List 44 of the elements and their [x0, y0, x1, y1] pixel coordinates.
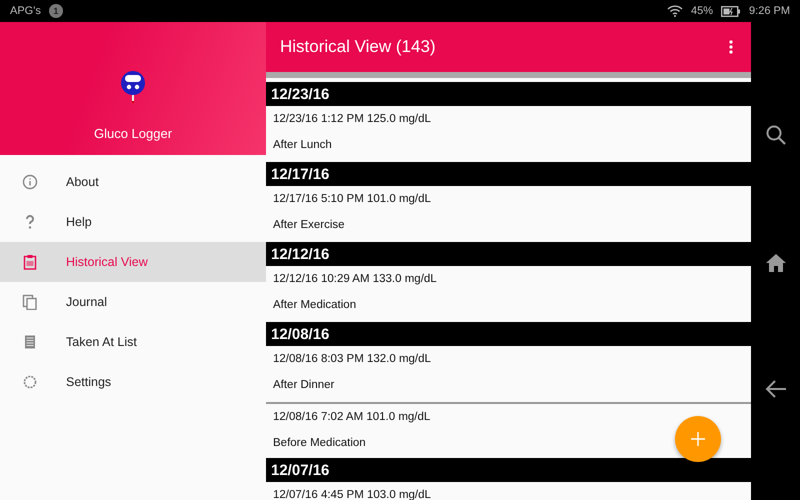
app-name: Gluco Logger	[94, 126, 172, 141]
home-button[interactable]	[764, 252, 786, 273]
wifi-icon	[667, 5, 683, 17]
reading-entry[interactable]: 12/23/16 1:12 PM 125.0 mg/dL After Lunch	[266, 106, 751, 162]
plus-icon	[690, 431, 706, 447]
battery-percent: 45%	[691, 5, 714, 17]
drawer-menu-item[interactable]: About	[0, 162, 266, 202]
drawer-menu-item[interactable]: Help	[0, 202, 266, 242]
notification-badge: 1	[48, 4, 63, 18]
reading-note: After Dinner	[273, 379, 334, 391]
reading-text: 12/08/16 8:03 PM 132.0 mg/dL	[273, 353, 431, 365]
back-button[interactable]	[764, 380, 786, 398]
list-icon	[22, 334, 38, 350]
date-header: 12/08/16	[266, 322, 751, 346]
reading-note: After Lunch	[273, 139, 332, 151]
date-header: 12/07/16	[266, 458, 751, 482]
more-vertical-icon	[729, 40, 733, 54]
reading-text: 12/17/16 5:10 PM 101.0 mg/dL	[273, 193, 431, 205]
drawer-menu-item[interactable]: Taken At List	[0, 322, 266, 362]
clipboard-icon	[22, 254, 38, 270]
date-header: 12/23/16	[266, 82, 751, 106]
add-button[interactable]	[675, 416, 721, 462]
reading-text: 12/12/16 10:29 AM 133.0 mg/dL	[273, 273, 437, 285]
date-header: 12/12/16	[266, 242, 751, 266]
reading-note: After Exercise	[273, 219, 345, 231]
screen-title: Historical View (143)	[280, 37, 437, 57]
drawer-menu-item[interactable]: Journal	[0, 282, 266, 322]
carrier-name: APG's	[10, 5, 41, 17]
reading-entry[interactable]: 12/08/16 8:03 PM 132.0 mg/dL After Dinner	[266, 346, 751, 402]
clock-time: 9:26 PM	[749, 5, 790, 17]
glucose-meter-icon	[120, 70, 146, 104]
pages-icon	[22, 294, 38, 310]
reading-note: Before Medication	[273, 437, 366, 449]
search-button[interactable]	[764, 124, 786, 146]
date-header: 12/17/16	[266, 162, 751, 186]
reading-entry[interactable]: 12/12/16 10:29 AM 133.0 mg/dL After Medication	[266, 266, 751, 322]
info-icon	[22, 174, 38, 190]
reading-text: 12/08/16 7:02 AM 101.0 mg/dL	[273, 411, 430, 423]
battery-charging-icon	[721, 6, 742, 16]
reading-text: 12/23/16 1:12 PM 125.0 mg/dL	[273, 113, 431, 125]
gear-icon	[22, 374, 38, 390]
drawer-menu-item[interactable]: Settings	[0, 362, 266, 402]
reading-note: After Medication	[273, 299, 356, 311]
reading-entry[interactable]: 12/17/16 5:10 PM 101.0 mg/dL After Exercise	[266, 186, 751, 242]
